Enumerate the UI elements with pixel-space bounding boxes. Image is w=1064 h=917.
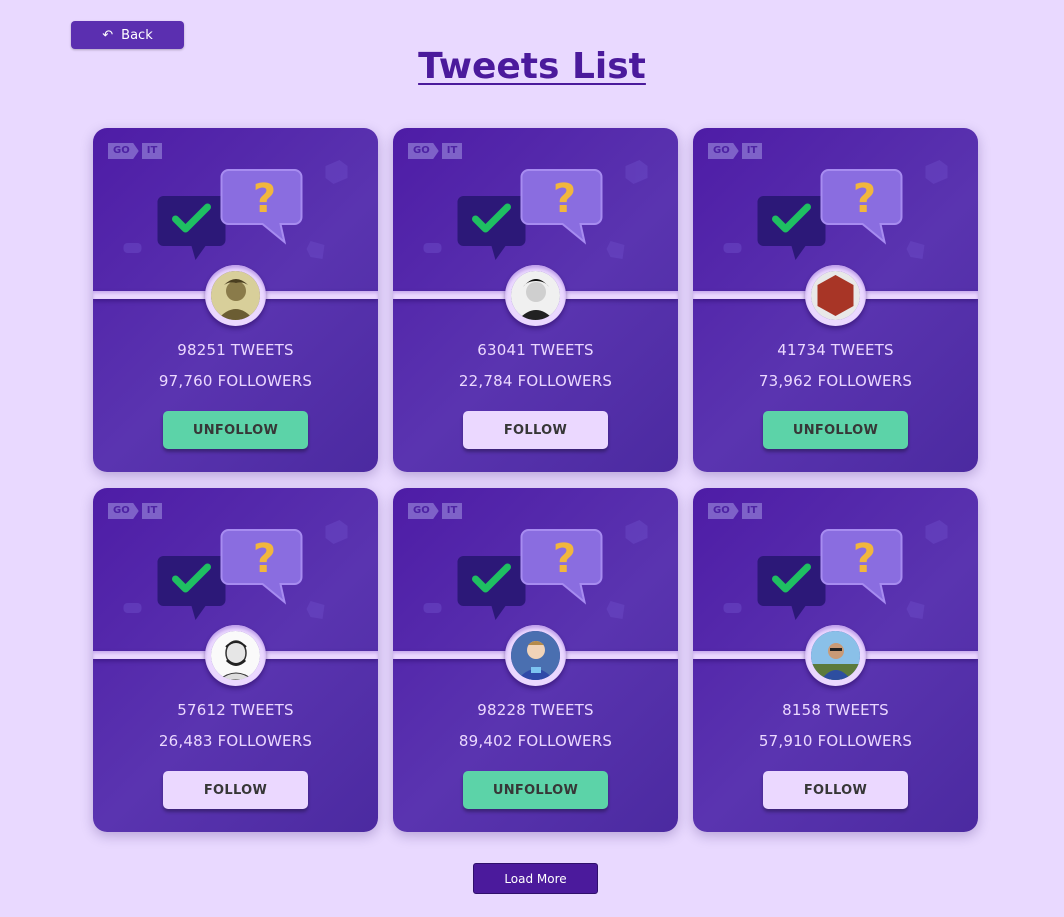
- follow-button[interactable]: FOLLOW: [463, 411, 608, 449]
- bw-portrait-avatar: [511, 271, 560, 320]
- user-card-4: GO IT ? 57612 TWEETS 26,483 FOLLOWERS FO…: [93, 488, 378, 832]
- followers-count: 22,784 FOLLOWERS: [458, 372, 613, 390]
- svg-text:?: ?: [852, 536, 875, 582]
- follow-button[interactable]: FOLLOW: [763, 771, 908, 809]
- avatar-frame: [505, 265, 566, 326]
- avatar-frame: [205, 625, 266, 686]
- chat-question-illustration: ?: [723, 160, 947, 260]
- svg-text:?: ?: [252, 176, 275, 222]
- tweets-count: 63041 TWEETS: [477, 341, 594, 359]
- tweets-count: 98228 TWEETS: [477, 701, 594, 719]
- tweets-count: 8158 TWEETS: [782, 701, 889, 719]
- red-hexagon-avatar: [811, 271, 860, 320]
- user-card-2: GO IT ? 63041 TWEETS 22,784 FOLLOWERS FO…: [393, 128, 678, 472]
- followers-count: 89,402 FOLLOWERS: [458, 732, 613, 750]
- unfollow-button[interactable]: UNFOLLOW: [763, 411, 908, 449]
- chat-question-illustration: ?: [423, 520, 647, 620]
- back-button[interactable]: ↶ Back: [71, 21, 184, 49]
- unfollow-button[interactable]: UNFOLLOW: [463, 771, 608, 809]
- page-title: Tweets List: [418, 46, 646, 87]
- avatar-frame: [205, 265, 266, 326]
- blue-shirt-portrait-avatar: [511, 631, 560, 680]
- chat-question-illustration: ?: [723, 520, 947, 620]
- followers-count: 97,760 FOLLOWERS: [158, 372, 313, 390]
- sketch-portrait-avatar: [211, 631, 260, 680]
- tweets-count: 41734 TWEETS: [777, 341, 894, 359]
- tweets-count: 57612 TWEETS: [177, 701, 294, 719]
- user-card-3: GO IT ? 41734 TWEETS 73,962 FOLLOWERS UN…: [693, 128, 978, 472]
- unfollow-button[interactable]: UNFOLLOW: [163, 411, 308, 449]
- svg-text:?: ?: [552, 176, 575, 222]
- svg-text:?: ?: [552, 536, 575, 582]
- svg-text:?: ?: [252, 536, 275, 582]
- outdoor-portrait-avatar: [811, 631, 860, 680]
- user-card-5: GO IT ? 98228 TWEETS 89,402 FOLLOWERS UN…: [393, 488, 678, 832]
- avatar-frame: [505, 625, 566, 686]
- sepia-portrait-avatar: [211, 271, 260, 320]
- load-more-button[interactable]: Load More: [473, 863, 598, 894]
- user-card-6: GO IT ? 8158 TWEETS 57,910 FOLLOWERS FOL…: [693, 488, 978, 832]
- followers-count: 26,483 FOLLOWERS: [158, 732, 313, 750]
- followers-count: 57,910 FOLLOWERS: [758, 732, 913, 750]
- user-card-1: GO IT ? 98251 TWEETS 97,760 FOLLOWERS UN…: [93, 128, 378, 472]
- tweet-card-grid: GO IT ? 98251 TWEETS 97,760 FOLLOWERS UN…: [93, 128, 978, 832]
- back-button-label: Back: [121, 27, 153, 43]
- avatar-frame: [805, 265, 866, 326]
- chat-question-illustration: ?: [123, 520, 347, 620]
- svg-text:?: ?: [852, 176, 875, 222]
- follow-button[interactable]: FOLLOW: [163, 771, 308, 809]
- undo-arrow-icon: ↶: [102, 27, 114, 43]
- avatar-frame: [805, 625, 866, 686]
- tweets-count: 98251 TWEETS: [177, 341, 294, 359]
- chat-question-illustration: ?: [123, 160, 347, 260]
- chat-question-illustration: ?: [423, 160, 647, 260]
- followers-count: 73,962 FOLLOWERS: [758, 372, 913, 390]
